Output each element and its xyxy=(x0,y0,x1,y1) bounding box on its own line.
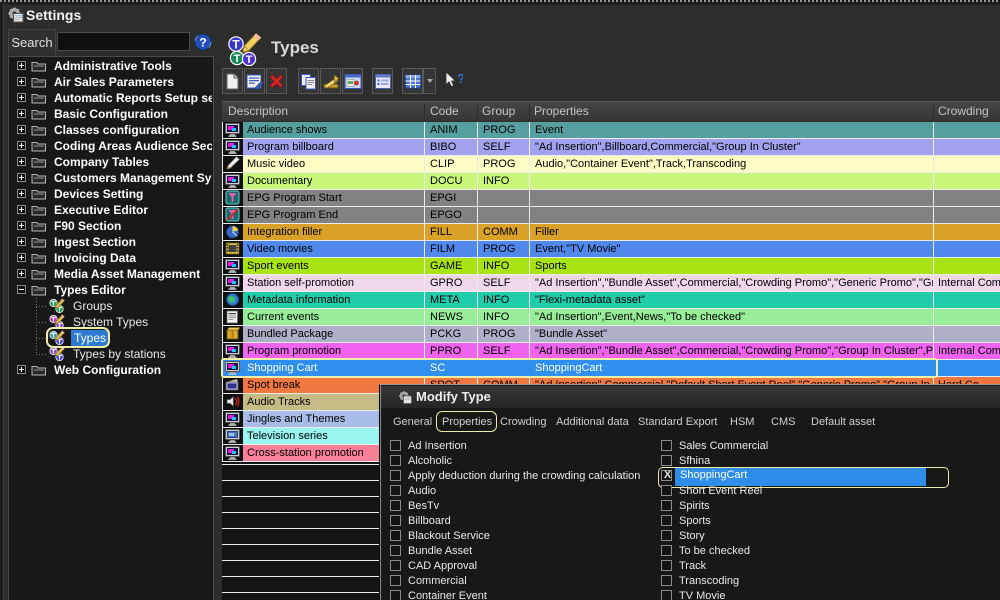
svg-text:T: T xyxy=(232,38,240,52)
svg-text:?: ? xyxy=(199,36,206,50)
svg-text:?: ? xyxy=(457,71,463,86)
svg-text:T: T xyxy=(234,53,241,65)
svg-text:T: T xyxy=(246,54,253,66)
